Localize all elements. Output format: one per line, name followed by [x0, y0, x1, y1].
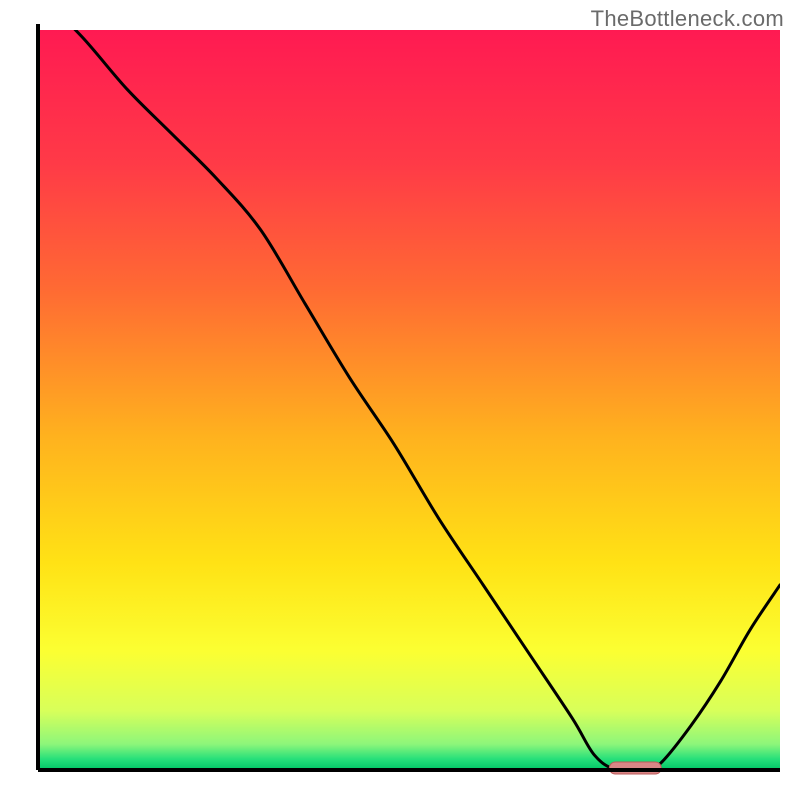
- attribution-text: TheBottleneck.com: [591, 6, 784, 32]
- plot-gradient: [38, 30, 780, 770]
- bottleneck-chart: [0, 0, 800, 800]
